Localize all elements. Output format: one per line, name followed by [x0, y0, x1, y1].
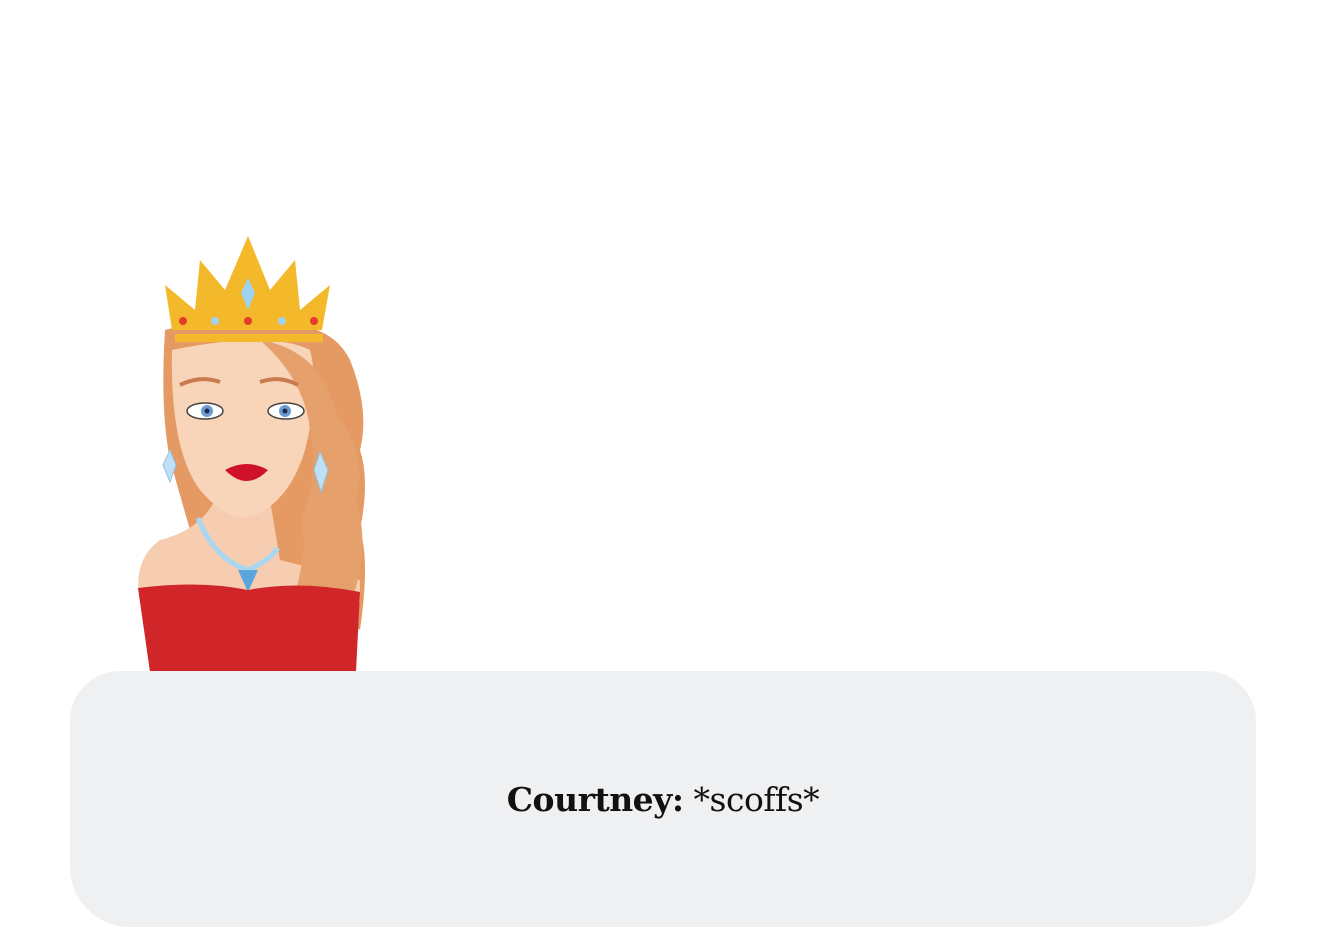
dialog-text: *scoffs* [683, 779, 820, 819]
dialog-line: Courtney: *scoffs* [506, 779, 820, 819]
dialog-box[interactable]: Courtney: *scoffs* [70, 671, 1256, 927]
character-courtney-portrait [138, 236, 365, 672]
dress [138, 584, 360, 672]
speaker-name: Courtney: [506, 779, 684, 819]
crown-icon [165, 236, 330, 342]
